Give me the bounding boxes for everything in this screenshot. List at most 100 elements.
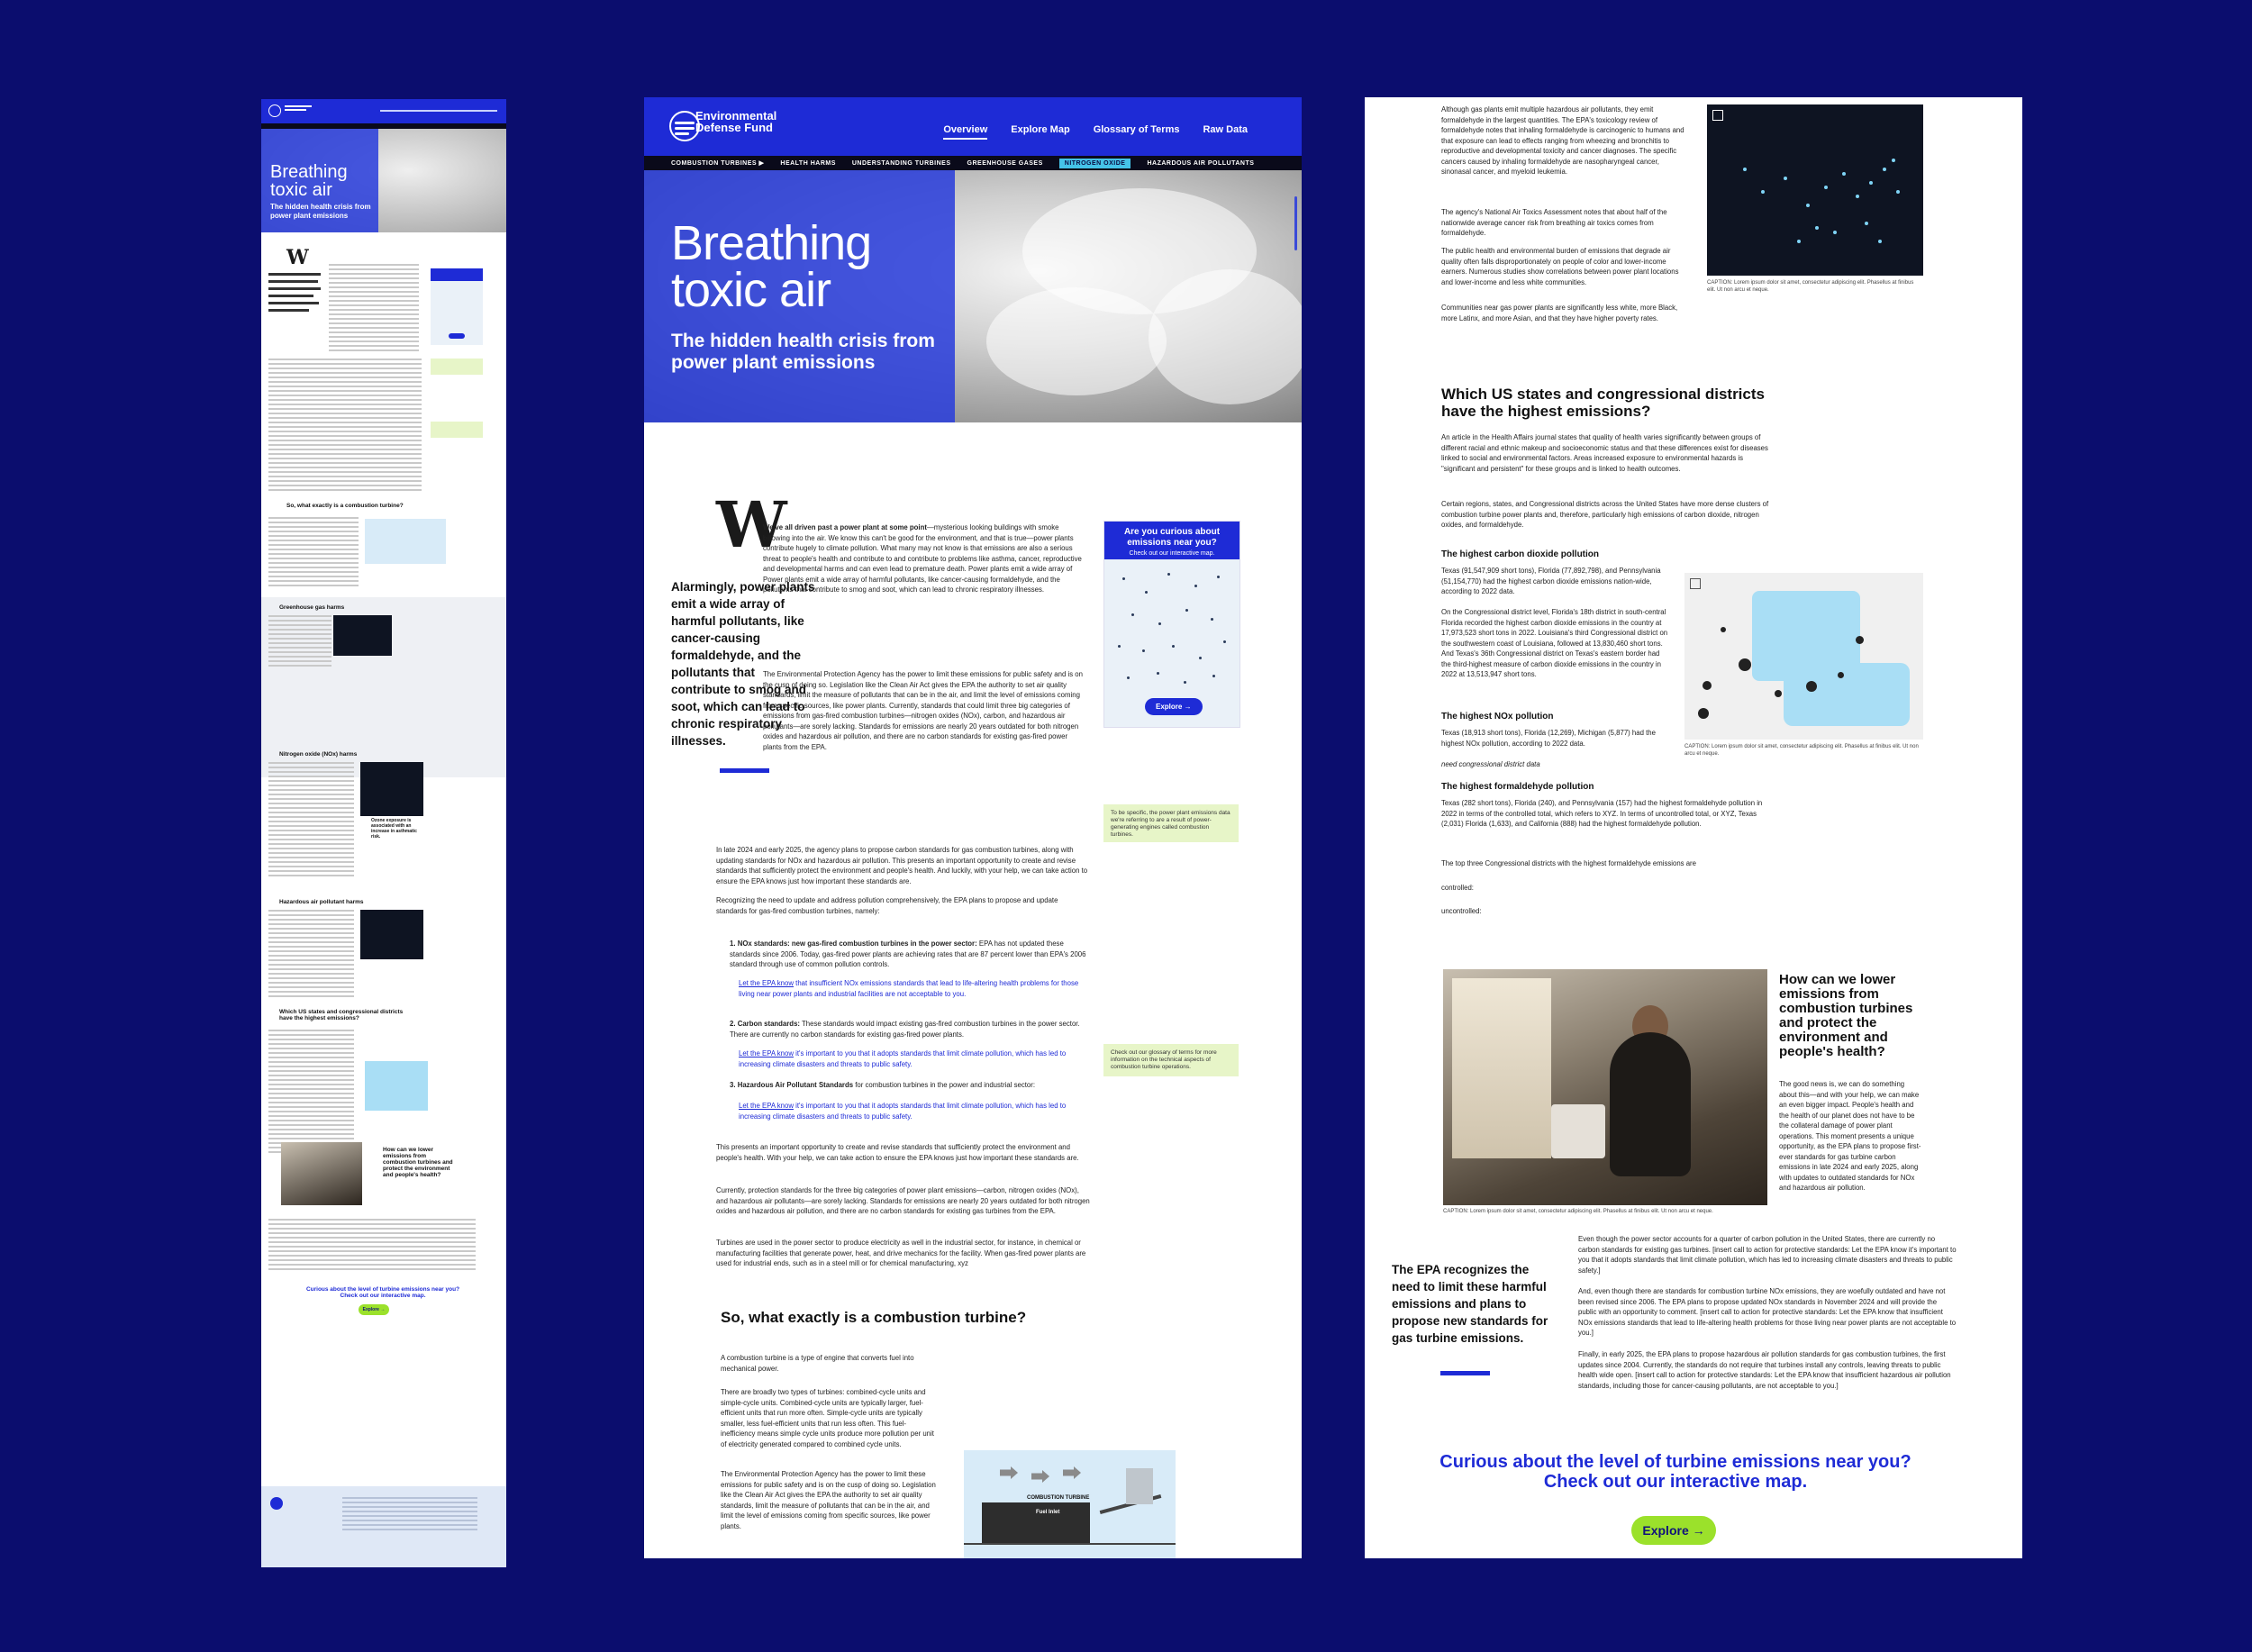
formaldehyde-paragraph: Although gas plants emit multiple hazard… bbox=[1441, 105, 1684, 176]
burden-paragraph: The public health and environmental burd… bbox=[1441, 247, 1679, 286]
airflow-arrow-icon bbox=[1063, 1466, 1081, 1479]
nox-districts: need congressional district data bbox=[1441, 760, 1540, 768]
oxygen-concentrator bbox=[1551, 1104, 1605, 1158]
list-item: 1. NOx standards: new gas-fired combusti… bbox=[730, 939, 1086, 968]
brand-name[interactable]: Environmental Defense Fund bbox=[695, 110, 795, 133]
section-heading-turbine: So, what exactly is a combustion turbine… bbox=[721, 1309, 1027, 1326]
subnav-health-harms[interactable]: HEALTH HARMS bbox=[780, 160, 835, 167]
nav-raw-data[interactable]: Raw Data bbox=[1203, 124, 1248, 140]
protection-paragraph: Currently, protection standards for the … bbox=[716, 1186, 1090, 1215]
nata-paragraph: The agency's National Air Toxics Assessm… bbox=[1441, 208, 1667, 237]
heading-nox: The highest NOx pollution bbox=[1441, 712, 1554, 722]
hero-overlay: Breathing toxic air The hidden health cri… bbox=[644, 170, 955, 422]
co2-districts: On the Congressional district level, Flo… bbox=[1441, 608, 1668, 678]
intro-paragraph: We've all driven past a power plant at s… bbox=[763, 523, 1082, 594]
thumb-text-block bbox=[268, 910, 354, 1000]
nav-overview[interactable]: Overview bbox=[943, 124, 988, 140]
photo-caption: CAPTION: Lorem ipsum dolor sit amet, con… bbox=[1443, 1209, 1713, 1214]
formaldehyde-states: Texas (282 short tons), Florida (240), a… bbox=[1441, 799, 1763, 828]
thumb-text-block bbox=[268, 359, 422, 494]
thumb-ozone-note: Ozone exposure is associated with an inc… bbox=[371, 818, 417, 840]
map-card-sub: Check out our interactive map. bbox=[1129, 550, 1215, 557]
power-sector-paragraph: Even though the power sector accounts fo… bbox=[1578, 1235, 1957, 1275]
co2-states: Texas (91,547,909 short tons), Florida (… bbox=[1441, 567, 1661, 595]
subnav-nitrogen-oxide[interactable]: NITROGEN OXIDE bbox=[1058, 158, 1131, 168]
subnav-combustion-turbines[interactable]: COMBUSTION TURBINES ▶ bbox=[671, 159, 764, 167]
map-caption: CAPTION: Lorem ipsum dolor sit amet, con… bbox=[1684, 744, 1919, 757]
resident-photo bbox=[1443, 969, 1767, 1205]
thumb-turbine-illustration bbox=[365, 519, 446, 564]
recognizing-paragraph: Recognizing the need to update and addre… bbox=[716, 896, 1058, 915]
turbine-illustration: COMBUSTION TURBINE Fuel Inlet bbox=[964, 1450, 1176, 1558]
list-item-cta[interactable]: Let the EPA know it's important to you t… bbox=[739, 1048, 1090, 1069]
thumb-text-block bbox=[268, 517, 359, 589]
map-card-heading: Are you curious about emissions near you… bbox=[1123, 527, 1221, 548]
airflow-arrow-icon bbox=[1031, 1470, 1049, 1483]
map-cta-card[interactable]: Are you curious about emissions near you… bbox=[1103, 521, 1240, 728]
top-nav: Environmental Defense Fund Overview Expl… bbox=[644, 97, 1302, 156]
clusters-paragraph: Certain regions, states, and Congression… bbox=[1441, 500, 1769, 529]
turbine-body bbox=[982, 1502, 1090, 1543]
nav-explore-map[interactable]: Explore Map bbox=[1011, 124, 1069, 140]
nox-outdated-paragraph: And, even though there are standards for… bbox=[1578, 1287, 1957, 1337]
opportunity-paragraph: This presents an important opportunity t… bbox=[716, 1143, 1079, 1162]
epa-pullquote: The EPA recognizes the need to limit the… bbox=[1392, 1263, 1548, 1345]
hero-subtitle: The hidden health crisis from power plan… bbox=[671, 331, 935, 373]
map-explore-button[interactable]: Explore → bbox=[1145, 698, 1203, 715]
thumb-text-block bbox=[268, 762, 354, 879]
hap-paragraph: Finally, in early 2025, the EPA plans to… bbox=[1578, 1350, 1951, 1390]
thumb-h-hap: Hazardous air pollutant harms bbox=[279, 899, 364, 905]
thumb-map-card[interactable] bbox=[431, 268, 483, 345]
thumb-note bbox=[431, 359, 483, 375]
thumb-text-block bbox=[268, 1219, 476, 1273]
heading-co2: The highest carbon dioxide pollution bbox=[1441, 549, 1599, 559]
thumb-photo bbox=[281, 1142, 362, 1205]
thumb-dropcap: W bbox=[286, 246, 309, 269]
pullquote-divider bbox=[720, 768, 769, 773]
map-expand-icon[interactable] bbox=[1712, 110, 1723, 121]
section-heading-states: Which US states and congressional distri… bbox=[1441, 386, 1765, 420]
sidenote-glossary[interactable]: Check out our glossary of terms for more… bbox=[1103, 1044, 1239, 1076]
thumb-h-nox: Nitrogen oxide (NOx) harms bbox=[279, 751, 358, 758]
thumb-dark-map bbox=[360, 910, 423, 959]
cta-heading: Curious about the level of turbine emiss… bbox=[1439, 1452, 1911, 1492]
thumb-nav bbox=[261, 99, 506, 123]
scrollbar-thumb[interactable] bbox=[1294, 196, 1297, 250]
thumb-logo-icon bbox=[268, 104, 281, 117]
section-heading-lower: How can we lower emissions from combusti… bbox=[1779, 972, 1913, 1059]
national-dark-map bbox=[1707, 104, 1923, 276]
turbines-use-paragraph: Turbines are used in the power sector to… bbox=[716, 1239, 1086, 1267]
good-news-paragraph: The good news is, we can do something ab… bbox=[1779, 1080, 1921, 1192]
late-2024-paragraph: In late 2024 and early 2025, the agency … bbox=[716, 846, 1088, 885]
formaldehyde-districts: The top three Congressional districts wi… bbox=[1441, 859, 1696, 867]
hero-banner: Breathing toxic air The hidden health cri… bbox=[644, 170, 1302, 422]
subnav-understanding-turbines[interactable]: UNDERSTANDING TURBINES bbox=[852, 160, 951, 167]
map-caption: CAPTION: Lorem ipsum dolor sit amet, con… bbox=[1707, 280, 1914, 293]
map-expand-icon[interactable] bbox=[1690, 578, 1701, 589]
nav-glossary[interactable]: Glossary of Terms bbox=[1094, 124, 1180, 140]
thumb-hero: Breathing toxic air The hidden health cri… bbox=[261, 129, 506, 232]
thumb-h-lower: How can we lower emissions from combusti… bbox=[383, 1147, 453, 1178]
list-item-cta[interactable]: Let the EPA know that insufficient NOx e… bbox=[739, 978, 1090, 999]
thumb-explore-button[interactable]: Explore → bbox=[359, 1304, 389, 1315]
section-subnav: COMBUSTION TURBINES ▶ HEALTH HARMS UNDER… bbox=[644, 156, 1302, 170]
uncontrolled-label: uncontrolled: bbox=[1441, 907, 1482, 915]
stack bbox=[1126, 1468, 1153, 1504]
thumb-dark-map bbox=[360, 762, 423, 816]
health-affairs-paragraph: An article in the Health Affairs journal… bbox=[1441, 433, 1768, 473]
subnav-greenhouse-gases[interactable]: GREENHOUSE GASES bbox=[967, 160, 1043, 167]
turbine-label: COMBUSTION TURBINE bbox=[1027, 1495, 1090, 1501]
heading-formaldehyde: The highest formaldehyde pollution bbox=[1441, 782, 1594, 792]
thumb-body: W So, what exactly is a combustion turbi… bbox=[261, 232, 506, 1567]
thumb-hero-title: Breathing toxic air bbox=[270, 162, 348, 200]
turbine-types: There are broadly two types of turbines:… bbox=[721, 1388, 934, 1448]
nox-states: Texas (18,913 short tons), Florida (12,2… bbox=[1441, 729, 1656, 748]
epa-power-paragraph: The Environmental Protection Agency has … bbox=[763, 670, 1083, 751]
controlled-label: controlled: bbox=[1441, 884, 1474, 892]
list-item-cta[interactable]: Let the EPA know it's important to you t… bbox=[739, 1101, 1090, 1121]
turbine-definition: A combustion turbine is a type of engine… bbox=[721, 1354, 914, 1373]
subnav-hazardous-air-pollutants[interactable]: HAZARDOUS AIR POLLUTANTS bbox=[1147, 160, 1254, 167]
hero-title: Breathing toxic air bbox=[671, 216, 872, 317]
explore-button[interactable]: Explore → bbox=[1631, 1516, 1716, 1545]
thumb-note bbox=[431, 422, 483, 438]
